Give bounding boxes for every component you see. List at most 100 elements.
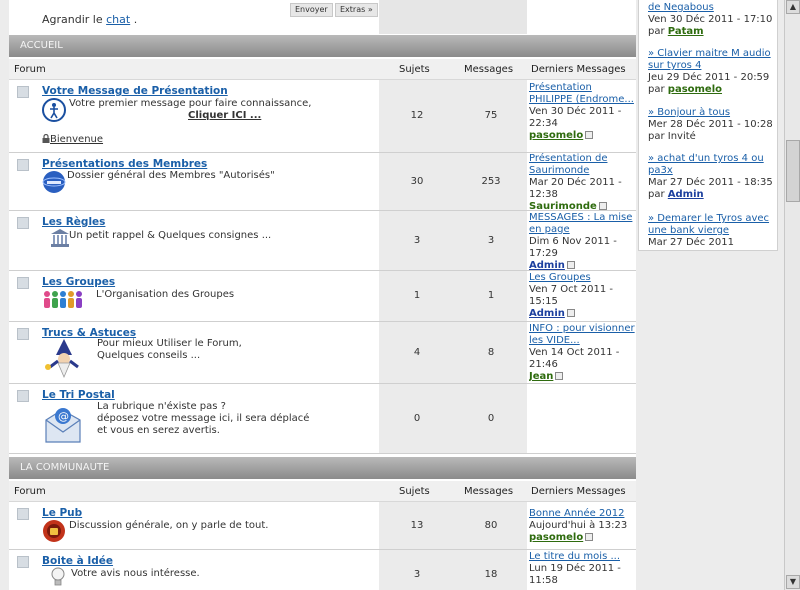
forum-title[interactable]: Votre Message de Présentation (42, 85, 228, 97)
last-post-link[interactable]: Les Groupes (529, 272, 636, 284)
last-post-author[interactable]: Admin (529, 308, 565, 319)
lightbulb-icon (51, 567, 65, 586)
last-post-author[interactable]: pasomelo (529, 532, 583, 543)
last-post-link[interactable]: Présentation PHILIPPE (Endrome... (529, 82, 636, 106)
chat-enlarge-text: Agrandir le chat . (42, 13, 138, 26)
forum-status-icon (17, 508, 29, 520)
latest-post-link[interactable]: de Negabous (648, 2, 776, 14)
goto-last-post-icon[interactable] (566, 309, 575, 317)
last-post: MESSAGES : La mise en page Dim 6 Nov 201… (529, 212, 636, 271)
last-post-author[interactable]: Admin (529, 260, 565, 271)
forum-row: Boite à Idée Votre avis nous intéresse. … (9, 550, 636, 590)
chat-row: Agrandir le chat . Envoyer Extras » (9, 0, 636, 34)
scroll-thumb[interactable] (786, 140, 800, 202)
forum-main: Agrandir le chat . Envoyer Extras » ACCU… (9, 0, 636, 590)
forum-status-icon (17, 217, 29, 229)
latest-post-item: » Clavier maitre M audio sur tyros 4 Jeu… (648, 48, 776, 96)
scroll-up-icon[interactable]: ▲ (786, 0, 800, 14)
subforum-link-bienvenue[interactable]: Bienvenue (50, 134, 103, 146)
last-post: Bonne Année 2012 Aujourd'hui à 13:23 pas… (529, 508, 636, 555)
latest-post-author[interactable]: Admin (668, 189, 704, 200)
topic-count: 4 (413, 346, 421, 358)
message-count: 253 (481, 175, 501, 187)
latest-post-link[interactable]: » Bonjour à tous (648, 107, 776, 119)
topic-count: 12 (410, 110, 424, 121)
chat-link[interactable]: chat (106, 13, 130, 26)
last-post-author[interactable]: Jean (529, 371, 553, 382)
last-post: INFO : pour visionner les VIDE... Ven 14… (529, 323, 636, 382)
forum-status-icon (17, 277, 29, 289)
forum-title[interactable]: Le Pub (42, 507, 82, 519)
latest-post-link[interactable]: » Demarer le Tyros avec une bank vierge (648, 213, 776, 237)
goto-last-post-icon[interactable] (585, 533, 594, 541)
latest-post-item: de Negabous Ven 30 Déc 2011 - 17:10 par … (648, 2, 776, 38)
message-count: 0 (487, 412, 495, 424)
last-post: Le titre du mois ... Lun 19 Déc 2011 - 1… (529, 551, 636, 590)
topic-count: 13 (410, 519, 424, 531)
forum-title[interactable]: Les Groupes (42, 276, 115, 288)
latest-post-link[interactable]: » achat d'un tyros 4 ou pa3x (648, 153, 776, 177)
legend-circle-icon (42, 98, 66, 122)
message-count: 1 (487, 290, 495, 301)
forum-status-icon (17, 86, 29, 98)
last-post: Les Groupes Ven 7 Oct 2011 - 15:15 Admin (529, 272, 636, 322)
scroll-down-icon[interactable]: ▼ (786, 575, 800, 589)
latest-post-item: » achat d'un tyros 4 ou pa3x Mar 27 Déc … (648, 153, 776, 201)
last-post-link[interactable]: Le titre du mois ... (529, 551, 636, 563)
forum-title[interactable]: Présentations des Membres (42, 158, 207, 170)
last-post: Présentation de Saurimonde Mar 20 Déc 20… (529, 153, 636, 210)
topic-count: 30 (410, 175, 424, 187)
message-count: 18 (484, 569, 498, 580)
goto-last-post-icon[interactable] (555, 372, 564, 380)
forum-status-icon (17, 328, 29, 340)
people-group-icon (44, 291, 82, 308)
last-post-author[interactable]: pasomelo (529, 130, 583, 141)
last-post-link[interactable]: MESSAGES : La mise en page (529, 212, 636, 236)
forum-row: Présentations des Membres Dossier généra… (9, 153, 636, 211)
topic-count: 3 (413, 234, 421, 246)
last-post-link[interactable]: INFO : pour visionner les VIDE... (529, 323, 636, 347)
lock-icon (42, 134, 50, 143)
pub-badge-icon (43, 520, 65, 542)
topic-count: 1 (413, 290, 421, 301)
forum-status-icon (17, 159, 29, 171)
forum-row: Trucs & Astuces Pour mieux Utiliser le F… (9, 322, 636, 384)
goto-last-post-icon[interactable] (566, 261, 575, 269)
send-button[interactable]: Envoyer (290, 3, 333, 17)
click-here-link[interactable]: Cliquer ICI ... (188, 110, 261, 122)
message-count: 3 (487, 234, 495, 246)
forum-row: Les Règles Un petit rappel & Quelques co… (9, 211, 636, 271)
topic-count: 3 (413, 569, 421, 580)
category-header-accueil[interactable]: ACCUEIL (9, 35, 636, 57)
last-post-link[interactable]: Présentation de Saurimonde (529, 153, 636, 177)
last-post-author[interactable]: Saurimonde (529, 201, 597, 210)
latest-post-link[interactable]: » Clavier maitre M audio sur tyros 4 (648, 48, 776, 72)
forum-row: Le Pub Discussion générale, on y parle d… (9, 502, 636, 550)
goto-last-post-icon[interactable] (598, 202, 607, 210)
wizard-icon (45, 339, 79, 379)
goto-last-post-icon[interactable] (585, 131, 594, 139)
forum-row: Le Tri Postal @ La rubrique n'éxiste pas… (9, 384, 636, 454)
page-background: Agrandir le chat . Envoyer Extras » ACCU… (0, 0, 784, 590)
forum-title[interactable]: Boite à Idée (42, 555, 113, 567)
column-headers: Forum Sujets Messages Derniers Messages (9, 59, 636, 80)
forum-row: Votre Message de Présentation Votre prem… (9, 80, 636, 153)
last-post-link[interactable]: Bonne Année 2012 (529, 508, 636, 520)
svg-text:@: @ (58, 410, 69, 423)
latest-post-author[interactable]: Patam (668, 26, 704, 37)
forum-status-icon (17, 556, 29, 568)
vertical-scrollbar[interactable]: ▲ ▼ (784, 0, 800, 590)
extras-button[interactable]: Extras » (335, 3, 378, 17)
forum-title[interactable]: Le Tri Postal (42, 389, 115, 401)
email-icon: @ (45, 408, 81, 443)
category-header-communaute[interactable]: LA COMMUNAUTE (9, 457, 636, 479)
message-count: 8 (487, 346, 495, 358)
forum-status-icon (17, 390, 29, 402)
latest-post-author[interactable]: pasomelo (668, 84, 722, 95)
latest-posts-sidebar: de Negabous Ven 30 Déc 2011 - 17:10 par … (638, 0, 778, 251)
column-headers: Forum Sujets Messages Derniers Messages (9, 481, 636, 502)
message-count: 80 (484, 519, 498, 531)
forum-title[interactable]: Les Règles (42, 216, 105, 228)
courthouse-icon (51, 229, 69, 247)
latest-post-item: » Bonjour à tous Mer 28 Déc 2011 - 10:28… (648, 107, 776, 143)
